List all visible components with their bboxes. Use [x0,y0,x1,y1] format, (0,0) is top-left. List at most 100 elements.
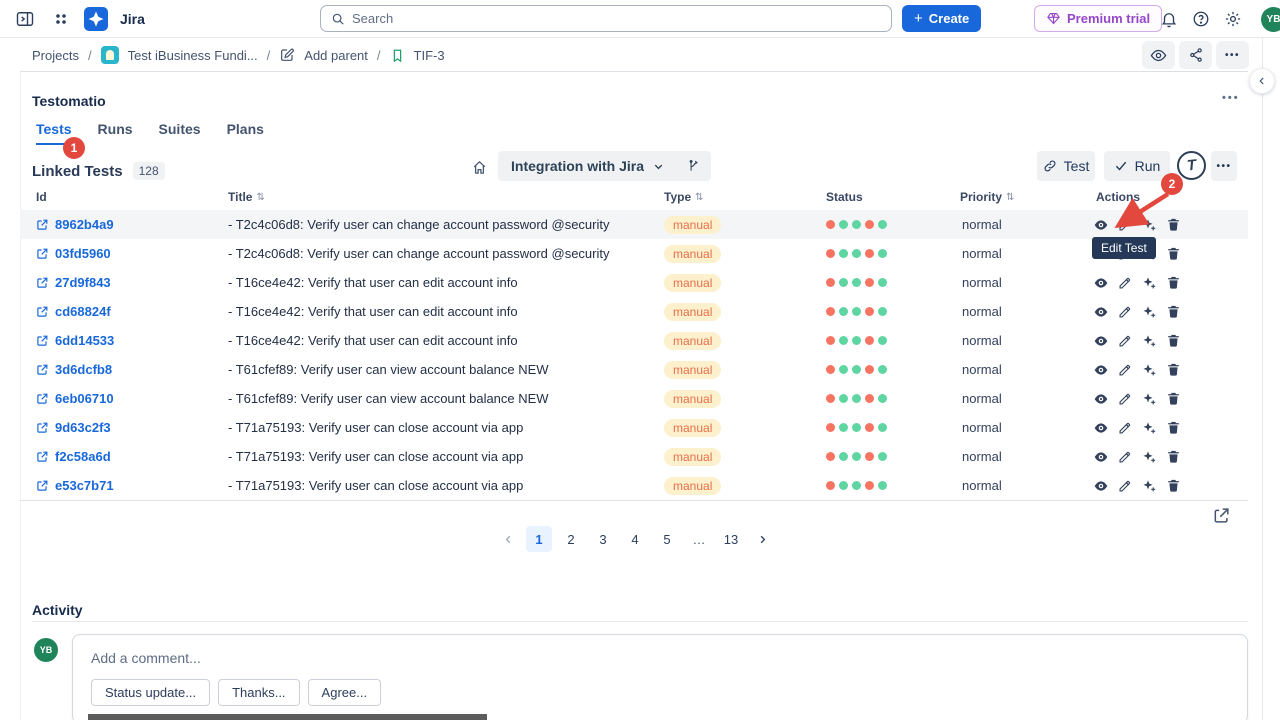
breadcrumb-projects[interactable]: Projects [32,48,79,63]
quick-reply-button[interactable]: Status update... [91,679,210,706]
breadcrumb-issue-key[interactable]: TIF-3 [414,48,445,63]
delete-test-icon[interactable] [1166,246,1181,261]
premium-trial-button[interactable]: Premium trial [1034,5,1162,32]
pagination-page-1[interactable]: 1 [526,526,552,552]
view-test-icon[interactable] [1093,420,1109,436]
edit-test-icon[interactable] [1118,479,1132,493]
table-row: 03fd5960 - T2c4c06d8: Verify user can ch… [20,239,1248,268]
test-id-link[interactable]: 6eb06710 [36,384,114,413]
comment-input[interactable]: Add a comment... [91,650,1229,666]
help-icon[interactable] [1188,6,1214,32]
breadcrumb-add-parent[interactable]: Add parent [304,48,368,63]
view-test-icon[interactable] [1093,217,1109,233]
pagination-page-2[interactable]: 2 [558,526,584,552]
column-header-id[interactable]: Id [36,190,47,204]
test-id-link[interactable]: 9d63c2f3 [36,413,111,442]
view-test-icon[interactable] [1093,449,1109,465]
create-button[interactable]: + Create [902,5,981,32]
tab-suites[interactable]: Suites [159,121,201,145]
column-header-priority[interactable]: Priority⇅ [960,190,1014,204]
more-actions-button[interactable]: ••• [1216,41,1249,69]
ai-sparkle-icon[interactable] [1141,449,1157,465]
column-header-type[interactable]: Type⇅ [664,190,704,204]
linked-tests-table: Id Title⇅ Type⇅ Status Priority⇅ Actions… [20,188,1248,501]
ai-sparkle-icon[interactable] [1141,217,1157,233]
export-icon[interactable] [1212,506,1231,525]
test-id-link[interactable]: e53c7b71 [36,471,114,500]
test-id-link[interactable]: 3d6dcfb8 [36,355,112,384]
test-id-link[interactable]: cd68824f [36,297,111,326]
test-id-link[interactable]: 6dd14533 [36,326,114,355]
notifications-bell-icon[interactable] [1156,6,1182,32]
search-input[interactable]: Search [320,5,892,32]
pagination-page-13[interactable]: 13 [718,526,744,552]
delete-test-icon[interactable] [1166,362,1181,377]
delete-test-icon[interactable] [1166,217,1181,232]
git-branch-icon[interactable] [687,159,701,173]
table-more-button[interactable]: ••• [1211,151,1237,181]
test-id-link[interactable]: f2c58a6d [36,442,111,471]
quick-reply-button[interactable]: Agree... [308,679,382,706]
quick-reply-button[interactable]: Thanks... [218,679,299,706]
pagination-prev-button[interactable] [496,526,520,552]
ai-sparkle-icon[interactable] [1141,478,1157,494]
delete-test-icon[interactable] [1166,420,1181,435]
view-test-icon[interactable] [1093,304,1109,320]
ai-sparkle-icon[interactable] [1141,275,1157,291]
delete-test-icon[interactable] [1166,478,1181,493]
settings-gear-icon[interactable] [1220,6,1246,32]
collapse-panel-button[interactable] [1249,68,1275,94]
ai-sparkle-icon[interactable] [1141,391,1157,407]
test-id-link[interactable]: 27d9f843 [36,268,111,297]
premium-trial-label: Premium trial [1067,11,1150,26]
delete-test-icon[interactable] [1166,304,1181,319]
share-button[interactable] [1179,41,1212,69]
pagination-page-5[interactable]: 5 [654,526,680,552]
pagination-next-button[interactable] [750,526,774,552]
status-dot-red [865,452,874,461]
tab-plans[interactable]: Plans [227,121,264,145]
view-test-icon[interactable] [1093,275,1109,291]
row-id-text: e53c7b71 [55,478,114,493]
row-actions [1093,297,1181,326]
view-test-icon[interactable] [1093,362,1109,378]
edit-test-icon[interactable] [1118,334,1132,348]
app-switcher-icon[interactable] [48,6,74,32]
breadcrumb-project-name[interactable]: Test iBusiness Fundi... [128,48,258,63]
edit-test-icon[interactable] [1118,421,1132,435]
edit-test-icon[interactable] [1118,305,1132,319]
view-test-icon[interactable] [1093,478,1109,494]
tab-runs[interactable]: Runs [98,121,133,145]
pagination-page-3[interactable]: 3 [590,526,616,552]
view-test-icon[interactable] [1093,333,1109,349]
delete-test-icon[interactable] [1166,449,1181,464]
edit-test-icon[interactable] [1118,218,1132,232]
edit-test-icon[interactable] [1118,276,1132,290]
pagination-page-4[interactable]: 4 [622,526,648,552]
user-avatar[interactable]: YB [1261,7,1280,32]
run-button[interactable]: Run [1104,151,1170,181]
edit-test-icon[interactable] [1118,450,1132,464]
delete-test-icon[interactable] [1166,391,1181,406]
delete-test-icon[interactable] [1166,333,1181,348]
home-icon[interactable] [471,159,488,176]
ai-sparkle-icon[interactable] [1141,333,1157,349]
jira-logo-icon[interactable] [84,7,108,31]
branch-dropdown[interactable]: Integration with Jira [498,151,711,181]
column-header-title[interactable]: Title⇅ [228,190,265,204]
ai-sparkle-icon[interactable] [1141,420,1157,436]
test-id-link[interactable]: 03fd5960 [36,239,111,268]
test-button[interactable]: Test [1037,151,1095,181]
testomatio-logo-icon[interactable]: T [1177,151,1206,180]
ai-sparkle-icon[interactable] [1141,362,1157,378]
panel-more-button[interactable]: ••• [1222,92,1240,104]
ai-sparkle-icon[interactable] [1141,304,1157,320]
edit-test-icon[interactable] [1118,392,1132,406]
delete-test-icon[interactable] [1166,275,1181,290]
table-body: 8962b4a9 - T2c4c06d8: Verify user can ch… [20,210,1248,501]
sidebar-toggle-icon[interactable] [12,6,38,32]
watch-button[interactable] [1142,41,1175,69]
test-id-link[interactable]: 8962b4a9 [36,210,114,239]
edit-test-icon[interactable] [1118,363,1132,377]
view-test-icon[interactable] [1093,391,1109,407]
